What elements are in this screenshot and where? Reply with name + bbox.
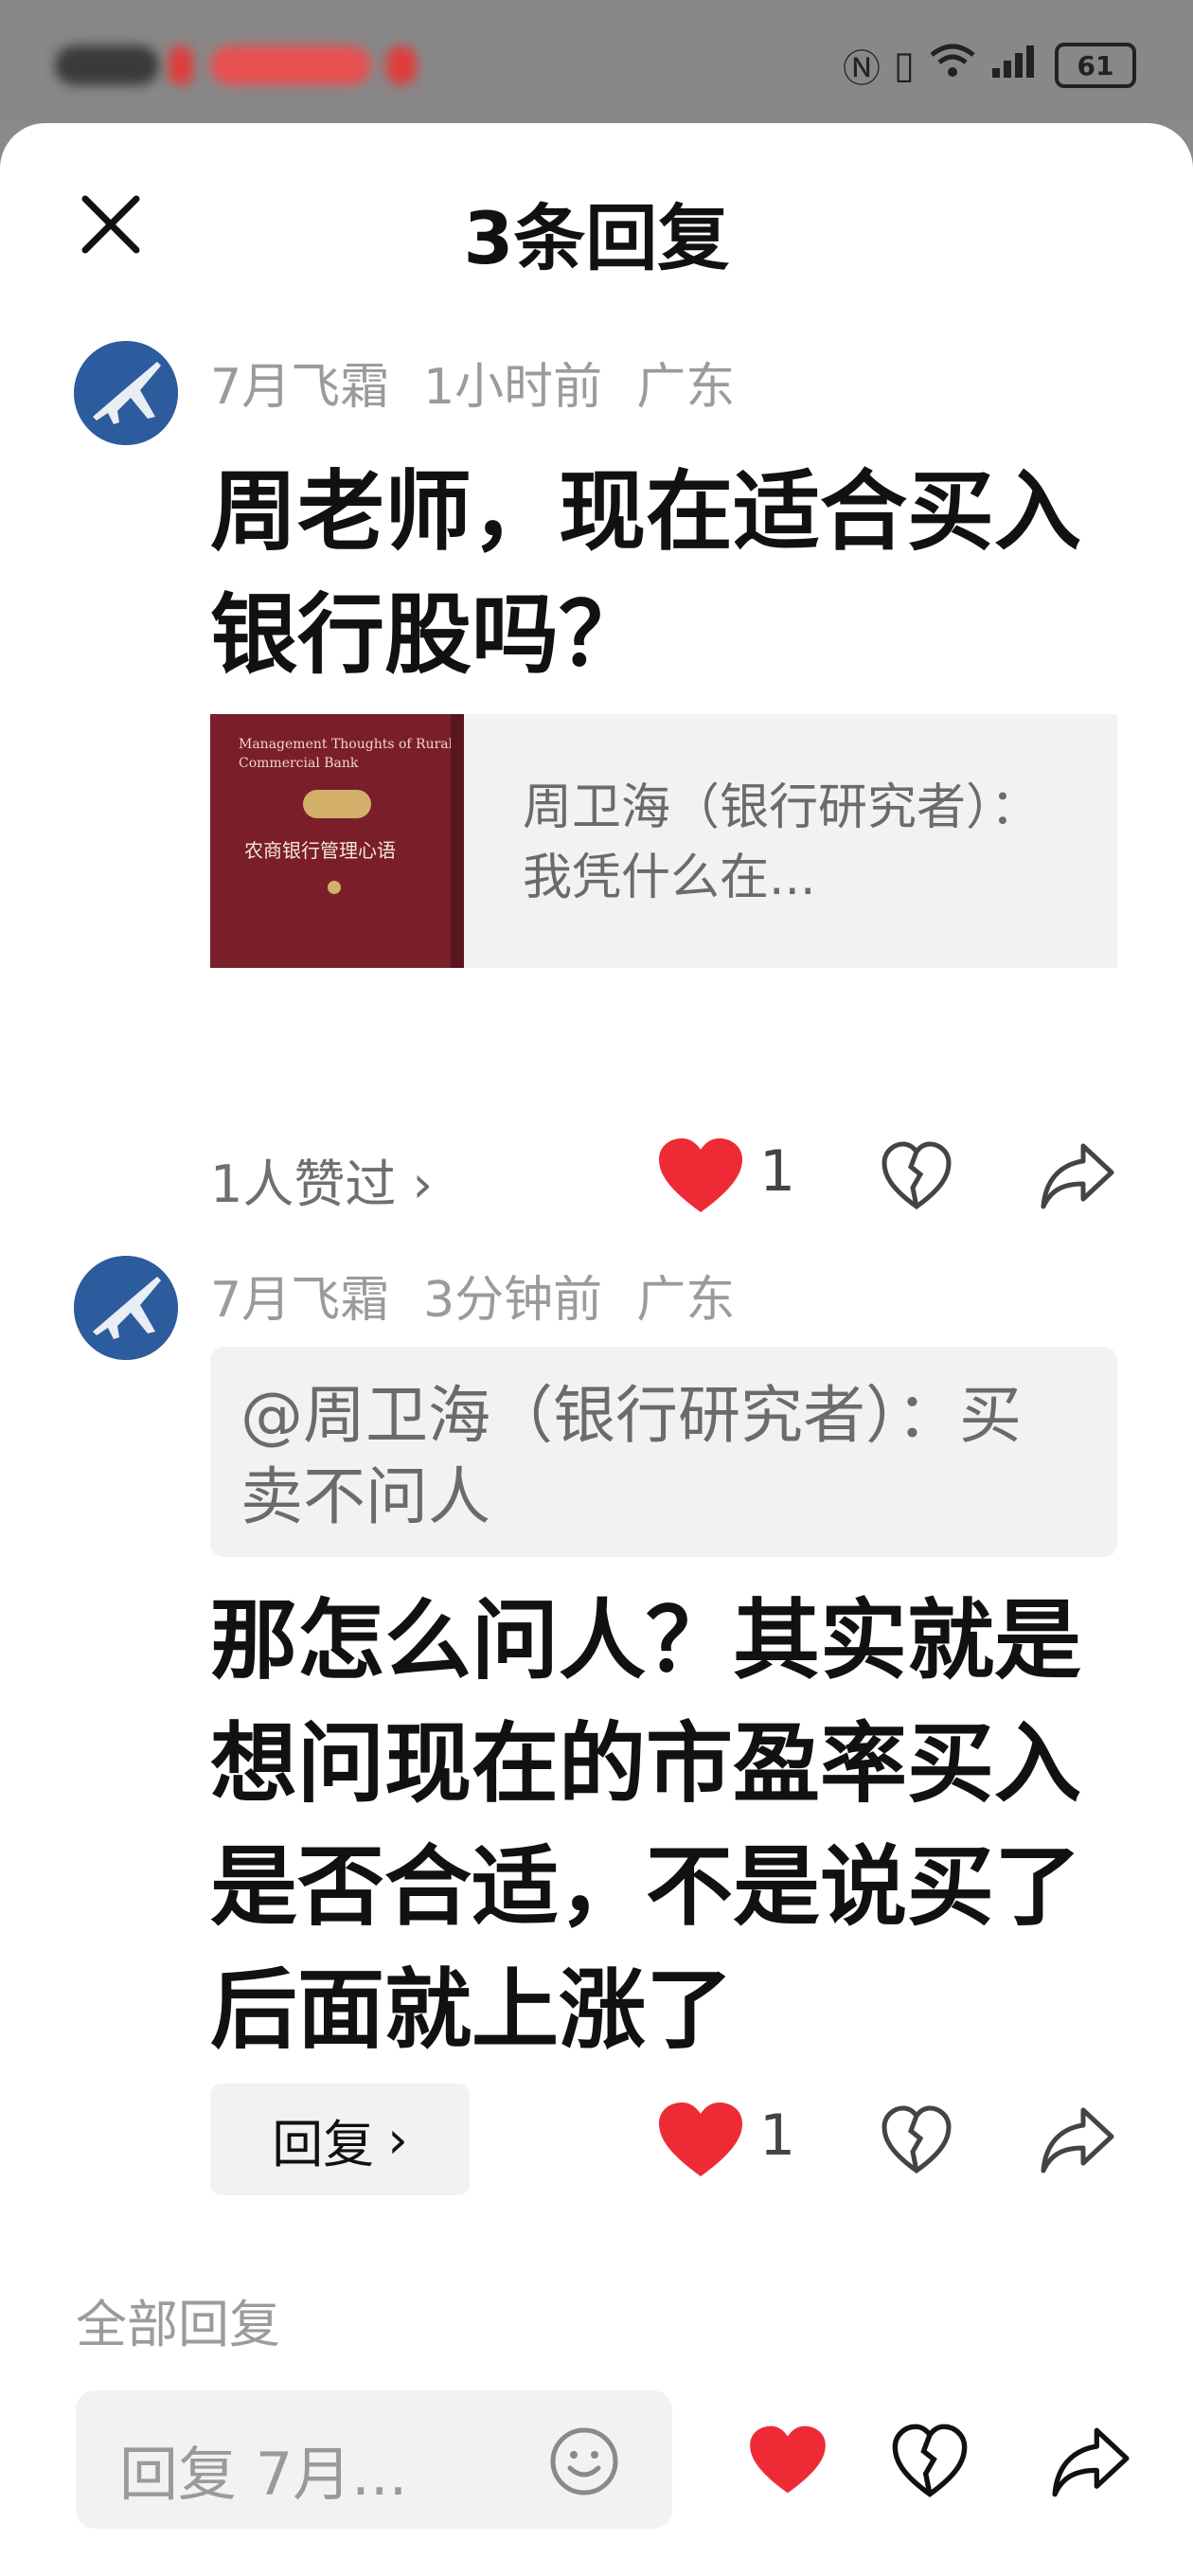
like-count: 1: [759, 2102, 796, 2169]
comment-location: 广东: [636, 359, 736, 416]
vibrate-icon: ▯: [893, 44, 915, 87]
chevron-right-icon: ›: [412, 1154, 434, 1214]
share-icon[interactable]: [1040, 2104, 1115, 2176]
book-cover-title-cn: 农商银行管理心语: [244, 839, 396, 862]
nfc-icon: Ⓝ: [842, 47, 881, 91]
wifi-icon: [928, 42, 977, 89]
reply-input-placeholder: 回复 7月...: [119, 2440, 408, 2509]
all-replies-label: 全部回复: [76, 2295, 280, 2354]
book-spine: [451, 714, 464, 968]
share-icon[interactable]: [1040, 1140, 1115, 1212]
chevron-right-icon: ›: [387, 2109, 408, 2170]
jet-avatar-icon: [74, 1256, 178, 1360]
avatar[interactable]: [74, 1256, 178, 1360]
comment-meta: 7月飞霜 3分钟前 广东: [210, 1260, 769, 1331]
redacted-status-text: [210, 45, 371, 85]
comment-text: 周老师，现在适合买入银行股吗？: [210, 461, 1082, 686]
heart-icon[interactable]: [748, 2424, 828, 2496]
signal-icon: [990, 42, 1042, 89]
battery-icon: 61: [1055, 43, 1136, 88]
redacted-status-text: [386, 45, 417, 85]
comment-time: 3分钟前: [423, 1272, 603, 1329]
liked-by-link[interactable]: 1人赞过 ›: [210, 1142, 433, 1217]
author-name[interactable]: 7月飞霜: [210, 359, 389, 416]
broken-heart-icon[interactable]: [881, 1140, 953, 1212]
author-name[interactable]: 7月飞霜: [210, 1272, 389, 1329]
comment-time: 1小时前: [423, 359, 603, 416]
replies-sheet: 3条回复 7月飞霜 1小时前 广东 周老师，现在适合买入银行股吗？ Manageme…: [0, 123, 1193, 2576]
book-emblem: [328, 881, 341, 894]
book-cover-image: Management Thoughts of Rural Commercial …: [210, 714, 464, 968]
status-bar: Ⓝ ▯ 61: [0, 0, 1193, 123]
comment-actions: 1人赞过 › 1: [0, 1125, 1193, 1220]
heart-icon[interactable]: [657, 2101, 744, 2180]
comment-meta: 7月飞霜 1小时前 广东: [210, 347, 769, 418]
comment-location: 广东: [636, 1272, 736, 1329]
sheet-title: 3条回复: [463, 196, 730, 280]
heart-icon[interactable]: [657, 1136, 744, 1216]
liked-by-label: 1人赞过: [210, 1154, 397, 1214]
broken-heart-icon[interactable]: [881, 2104, 953, 2176]
avatar[interactable]: [74, 341, 178, 445]
quoted-article-card[interactable]: Management Thoughts of Rural Commercial …: [210, 714, 1117, 968]
emoji-icon[interactable]: [549, 2426, 619, 2496]
comment-text: 那怎么问人？其实就是想问现在的市盈率买入是否合适，不是说买了后面就上涨了: [210, 1590, 1082, 2061]
like-count: 1: [759, 1138, 796, 1205]
jet-avatar-icon: [74, 341, 178, 445]
broken-heart-icon[interactable]: [890, 2423, 970, 2500]
book-cover-title-en: Management Thoughts of Rural Commercial …: [239, 737, 454, 771]
reply-label: 回复: [272, 2114, 375, 2174]
comment-actions: 回复 › 1: [0, 2084, 1193, 2195]
book-badge: [303, 790, 371, 818]
reply-input[interactable]: 回复 7月...: [76, 2390, 672, 2529]
share-icon[interactable]: [1049, 2424, 1132, 2500]
redacted-status-text: [169, 45, 193, 85]
quoted-article-title: 周卫海（银行研究者）：我凭什么在...: [523, 779, 1041, 906]
status-icons: Ⓝ ▯ 61: [843, 38, 1136, 93]
redacted-status-text: [55, 45, 159, 85]
reply-to-text: @周卫海（银行研究者）：买卖不问人: [240, 1379, 1022, 1533]
reply-button[interactable]: 回复 ›: [210, 2084, 470, 2195]
reply-to-quote[interactable]: @周卫海（银行研究者）：买卖不问人: [210, 1347, 1117, 1557]
